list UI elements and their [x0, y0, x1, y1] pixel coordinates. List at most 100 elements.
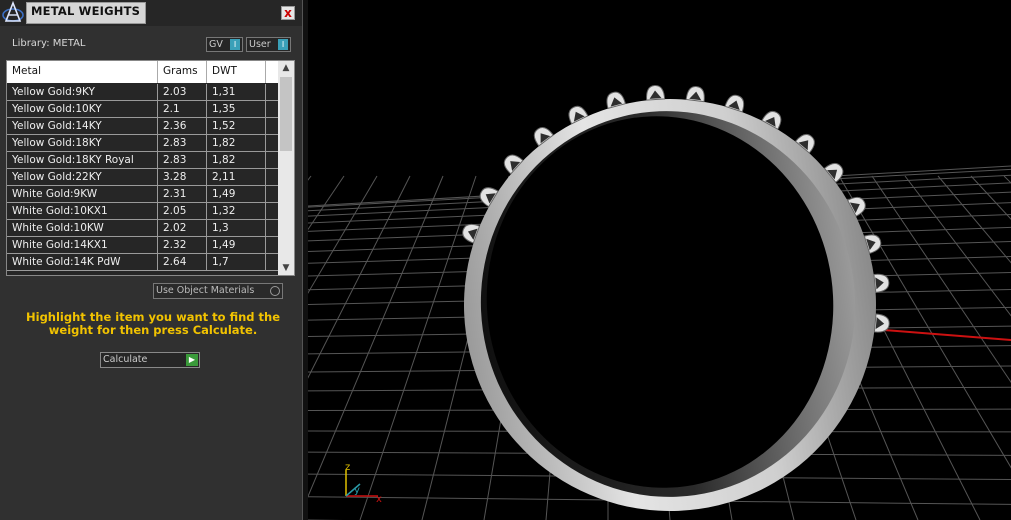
gv-option-label: GV: [209, 39, 223, 50]
radio-icon: [270, 286, 280, 296]
column-divider: [265, 203, 266, 219]
scroll-thumb[interactable]: [280, 77, 292, 151]
dwt-cell: 2,11: [212, 171, 236, 183]
column-header-dwt[interactable]: DWT: [212, 65, 237, 77]
metal-cell: White Gold:14K PdW: [12, 256, 121, 268]
dwt-cell: 1,52: [212, 120, 236, 132]
grams-cell: 2.83: [163, 154, 187, 166]
table-row[interactable]: Yellow Gold:22KY 3.28 2,11: [7, 169, 278, 186]
dwt-cell: 1,49: [212, 239, 236, 251]
column-divider: [265, 118, 266, 134]
column-divider: [265, 254, 266, 270]
metal-cell: White Gold:14KX1: [12, 239, 108, 251]
metal-cell: Yellow Gold:10KY: [12, 103, 102, 115]
column-divider: [157, 101, 158, 117]
column-divider: [157, 152, 158, 168]
table-row[interactable]: White Gold:9KW 2.31 1,49: [7, 186, 278, 203]
column-divider: [265, 237, 266, 253]
column-divider: [265, 186, 266, 202]
column-divider: [206, 118, 207, 134]
column-divider: [206, 152, 207, 168]
dwt-cell: 1,82: [212, 137, 236, 149]
column-divider: [265, 135, 266, 151]
column-divider: [157, 118, 158, 134]
metal-cell: Yellow Gold:14KY: [12, 120, 102, 132]
panel-title-tab[interactable]: METAL WEIGHTS: [26, 2, 146, 24]
column-header-grams[interactable]: Grams: [163, 65, 198, 77]
gv-option[interactable]: GV I: [206, 37, 243, 52]
column-divider: [206, 61, 207, 83]
calculate-button[interactable]: Calculate ▶: [100, 352, 200, 368]
grams-cell: 2.64: [163, 256, 187, 268]
metal-cell: White Gold:10KW: [12, 222, 104, 234]
table-row[interactable]: Yellow Gold:10KY 2.1 1,35: [7, 101, 278, 118]
column-divider: [206, 254, 207, 270]
close-button[interactable]: x: [281, 6, 295, 20]
column-divider: [206, 101, 207, 117]
user-option-label: User: [249, 39, 271, 50]
axis-indicator: z y x: [345, 462, 382, 505]
use-object-materials-toggle[interactable]: Use Object Materials: [153, 283, 283, 299]
scroll-up-icon[interactable]: ▲: [278, 61, 294, 75]
dwt-cell: 1,35: [212, 103, 236, 115]
dwt-cell: 1,7: [212, 256, 229, 268]
scroll-down-icon[interactable]: ▼: [278, 261, 294, 275]
table-row[interactable]: White Gold:14K PdW 2.64 1,7: [7, 254, 278, 271]
metal-cell: Yellow Gold:22KY: [12, 171, 102, 183]
metal-cell: Yellow Gold:9KY: [12, 86, 95, 98]
metal-table: Metal Grams DWT Yellow Gold:9KY 2.03 1,31 Y…: [6, 60, 295, 276]
column-divider: [157, 135, 158, 151]
table-row[interactable]: White Gold:10KX1 2.05 1,32: [7, 203, 278, 220]
column-divider: [265, 61, 266, 83]
column-divider: [157, 203, 158, 219]
metal-weights-panel: METAL WEIGHTS x Library: METAL GV I User…: [0, 0, 302, 520]
column-divider: [157, 186, 158, 202]
column-header-metal[interactable]: Metal: [12, 65, 41, 77]
column-divider: [157, 254, 158, 270]
app-logo-icon: [2, 1, 24, 22]
column-divider: [157, 169, 158, 185]
column-divider: [206, 186, 207, 202]
calculate-label: Calculate: [103, 354, 148, 365]
dwt-cell: 1,3: [212, 222, 229, 234]
table-row[interactable]: White Gold:10KW 2.02 1,3: [7, 220, 278, 237]
play-arrow-icon: ▶: [186, 354, 198, 366]
panel-title: METAL WEIGHTS: [31, 4, 141, 18]
x-axis-label: x: [376, 494, 382, 505]
table-row[interactable]: Yellow Gold:14KY 2.36 1,52: [7, 118, 278, 135]
column-divider: [157, 237, 158, 253]
column-divider: [157, 61, 158, 83]
grams-cell: 3.28: [163, 171, 187, 183]
dwt-cell: 1,31: [212, 86, 236, 98]
table-scrollbar[interactable]: ▲ ▼: [278, 61, 294, 275]
use-object-materials-label: Use Object Materials: [156, 285, 255, 296]
dwt-cell: 1,82: [212, 154, 236, 166]
gv-check-icon: I: [230, 39, 240, 50]
column-divider: [206, 169, 207, 185]
z-axis-label: z: [345, 462, 350, 473]
table-header: Metal Grams DWT: [7, 61, 278, 83]
metal-cell: Yellow Gold:18KY: [12, 137, 102, 149]
table-row[interactable]: Yellow Gold:9KY 2.03 1,31: [7, 84, 278, 101]
user-option[interactable]: User I: [246, 37, 291, 52]
3d-viewport[interactable]: z y x: [308, 0, 1011, 520]
viewport-canvas: z y x: [308, 85, 1011, 520]
y-axis-label: y: [354, 485, 360, 496]
column-divider: [265, 101, 266, 117]
metal-cell: White Gold:9KW: [12, 188, 98, 200]
column-divider: [265, 220, 266, 236]
table-row[interactable]: Yellow Gold:18KY 2.83 1,82: [7, 135, 278, 152]
user-check-icon: I: [278, 39, 288, 50]
column-divider: [206, 135, 207, 151]
library-label: Library: METAL: [12, 38, 86, 49]
column-divider: [206, 237, 207, 253]
grams-cell: 2.1: [163, 103, 180, 115]
close-icon: x: [284, 6, 292, 20]
column-divider: [157, 220, 158, 236]
column-divider: [265, 152, 266, 168]
column-divider: [265, 84, 266, 100]
table-row[interactable]: White Gold:14KX1 2.32 1,49: [7, 237, 278, 254]
grams-cell: 2.32: [163, 239, 187, 251]
table-row[interactable]: Yellow Gold:18KY Royal 2.83 1,82: [7, 152, 278, 169]
column-divider: [157, 84, 158, 100]
